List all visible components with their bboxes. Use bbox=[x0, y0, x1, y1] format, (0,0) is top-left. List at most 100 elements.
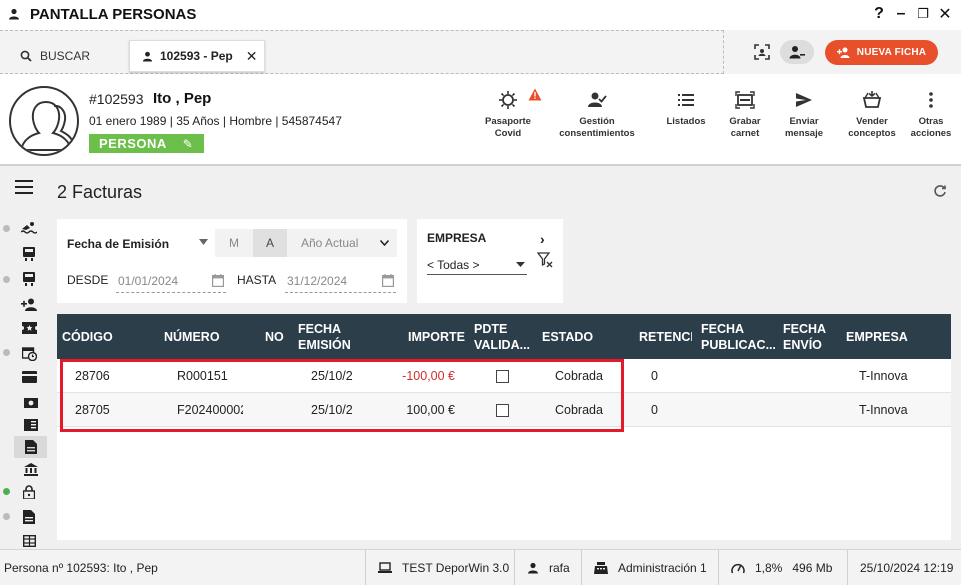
action-label-1: Pasaporte bbox=[485, 116, 531, 127]
send-icon bbox=[796, 93, 812, 107]
action-label-2: carnet bbox=[730, 128, 760, 139]
sidebar-subitem-receipts[interactable] bbox=[14, 414, 47, 436]
person-tab[interactable]: 102593 - Pep ✕ bbox=[129, 40, 265, 72]
person-icon bbox=[142, 51, 153, 62]
highlight-box bbox=[60, 359, 624, 432]
col-empresa[interactable]: EMPRESA bbox=[846, 314, 936, 359]
action-enviar-mensaje[interactable]: Enviar mensaje bbox=[783, 90, 825, 140]
sidebar-item-access[interactable] bbox=[18, 482, 40, 502]
to-date-input[interactable]: 31/12/2024 bbox=[285, 269, 396, 293]
col-no[interactable]: NO bbox=[265, 314, 287, 359]
new-record-button[interactable]: NUEVA FICHA bbox=[825, 40, 938, 65]
sidebar bbox=[0, 166, 47, 549]
chevron-down-icon bbox=[380, 240, 389, 246]
search-icon bbox=[20, 50, 32, 62]
sidebar-subitem-cash[interactable] bbox=[14, 392, 47, 414]
sidebar-item-swim[interactable] bbox=[18, 218, 40, 238]
calendar-clock-icon bbox=[21, 346, 37, 361]
col-fecha-emision[interactable]: FECHA EMISIÓN bbox=[298, 314, 368, 359]
col-estado[interactable]: ESTADO bbox=[542, 314, 622, 359]
status-user: rafa bbox=[514, 550, 581, 585]
year-toggle[interactable]: A bbox=[253, 229, 287, 257]
from-label: DESDE bbox=[67, 273, 109, 287]
action-label-1: Enviar bbox=[789, 116, 819, 127]
to-label: HASTA bbox=[237, 273, 277, 287]
company-value: < Todas > bbox=[427, 257, 480, 272]
chevron-down-icon[interactable] bbox=[199, 239, 208, 245]
badge-label: PERSONA bbox=[99, 136, 167, 151]
period-value: Año Actual bbox=[301, 236, 359, 250]
close-tab-icon[interactable]: ✕ bbox=[246, 48, 258, 65]
sidebar-subitem-bank[interactable] bbox=[14, 458, 47, 480]
status-user-text: rafa bbox=[549, 561, 570, 575]
col-fecha-envio[interactable]: FECHA ENVÍO bbox=[783, 314, 841, 359]
calendar-icon[interactable] bbox=[382, 274, 394, 287]
swimmer-icon bbox=[21, 222, 37, 234]
action-otras-acciones[interactable]: Otras acciones bbox=[908, 90, 954, 140]
person-tab-label: 102593 - Pep bbox=[160, 49, 233, 63]
sidebar-item-schedule[interactable] bbox=[18, 343, 40, 363]
close-window-button[interactable]: ✕ bbox=[937, 4, 953, 24]
user-switch-button[interactable] bbox=[780, 40, 814, 64]
virus-icon bbox=[499, 91, 517, 109]
action-label-2: mensaje bbox=[784, 128, 824, 139]
sidebar-item-ticket[interactable] bbox=[18, 318, 40, 338]
action-label-2: Covid bbox=[494, 128, 522, 139]
sidebar-item-documents[interactable] bbox=[18, 507, 40, 527]
restore-button[interactable]: ❐ bbox=[915, 4, 931, 24]
status-datetime: 25/10/2024 12:19 bbox=[847, 550, 961, 585]
clear-filter-icon[interactable] bbox=[537, 252, 553, 268]
user-remove-icon bbox=[789, 46, 805, 59]
sidebar-item-table[interactable] bbox=[18, 531, 40, 551]
month-toggle[interactable]: M bbox=[215, 229, 253, 257]
col-codigo[interactable]: CÓDIGO bbox=[62, 314, 157, 359]
help-button[interactable]: ? bbox=[871, 4, 887, 24]
train-icon bbox=[23, 272, 35, 286]
cell-retencion: 0 bbox=[651, 369, 658, 383]
action-grabar-carnet[interactable]: Grabar carnet bbox=[725, 90, 765, 140]
chevron-right-icon[interactable]: › bbox=[540, 231, 545, 247]
person-type-badge[interactable]: PERSONA ✎ bbox=[89, 134, 204, 153]
more-icon bbox=[929, 92, 933, 108]
action-label-1: Otras bbox=[918, 116, 944, 127]
sidebar-subitem-invoices[interactable] bbox=[14, 436, 47, 458]
search-tab[interactable]: BUSCAR bbox=[10, 41, 125, 71]
search-tab-label: BUSCAR bbox=[40, 49, 91, 63]
edit-pencil-icon[interactable]: ✎ bbox=[183, 137, 194, 151]
page-title: 2 Facturas bbox=[57, 182, 143, 202]
col-numero[interactable]: NÚMERO bbox=[164, 314, 259, 359]
avatar[interactable] bbox=[9, 86, 79, 156]
col-fecha-publicacion[interactable]: FECHA PUBLICAC... bbox=[701, 314, 775, 359]
sidebar-item-train-2[interactable] bbox=[18, 269, 40, 289]
scan-face-icon[interactable] bbox=[752, 42, 772, 62]
action-vender-conceptos[interactable]: Vender conceptos bbox=[845, 90, 899, 140]
status-dot bbox=[3, 225, 10, 232]
period-select[interactable]: Año Actual bbox=[287, 229, 397, 257]
sidebar-item-add-person[interactable] bbox=[18, 294, 40, 314]
col-pdte-validacion[interactable]: PDTE VALIDA... bbox=[474, 314, 536, 359]
gauge-icon bbox=[731, 563, 745, 574]
action-label-2: consentimientos bbox=[559, 128, 635, 139]
sidebar-item-train-1[interactable] bbox=[18, 244, 40, 264]
col-retencion[interactable]: RETENCI bbox=[639, 314, 692, 359]
action-gestion-consentimientos[interactable]: Gestión consentimientos bbox=[556, 90, 638, 140]
calendar-icon[interactable] bbox=[212, 274, 224, 287]
col-importe[interactable]: IMPORTE bbox=[377, 314, 465, 359]
menu-icon[interactable] bbox=[15, 180, 33, 194]
minimize-button[interactable]: – bbox=[893, 4, 909, 24]
sidebar-item-payments[interactable] bbox=[18, 367, 40, 387]
action-listados[interactable]: Listados bbox=[664, 90, 708, 128]
user-check-icon bbox=[588, 92, 607, 107]
table-icon bbox=[22, 535, 36, 547]
from-date-input[interactable]: 01/01/2024 bbox=[116, 269, 226, 293]
status-person-text: Persona nº 102593: Ito , Pep bbox=[4, 561, 158, 575]
date-field-label[interactable]: Fecha de Emisión bbox=[67, 237, 169, 251]
receipt-icon bbox=[23, 419, 38, 431]
add-person-icon bbox=[836, 47, 850, 58]
refresh-icon[interactable] bbox=[933, 184, 947, 198]
company-select[interactable]: < Todas > bbox=[427, 255, 527, 275]
status-dot bbox=[3, 349, 10, 356]
action-pasaporte-covid[interactable]: Pasaporte Covid bbox=[482, 90, 534, 140]
status-memory: 496 Mb bbox=[792, 561, 833, 575]
action-label-2: acciones bbox=[910, 128, 952, 139]
